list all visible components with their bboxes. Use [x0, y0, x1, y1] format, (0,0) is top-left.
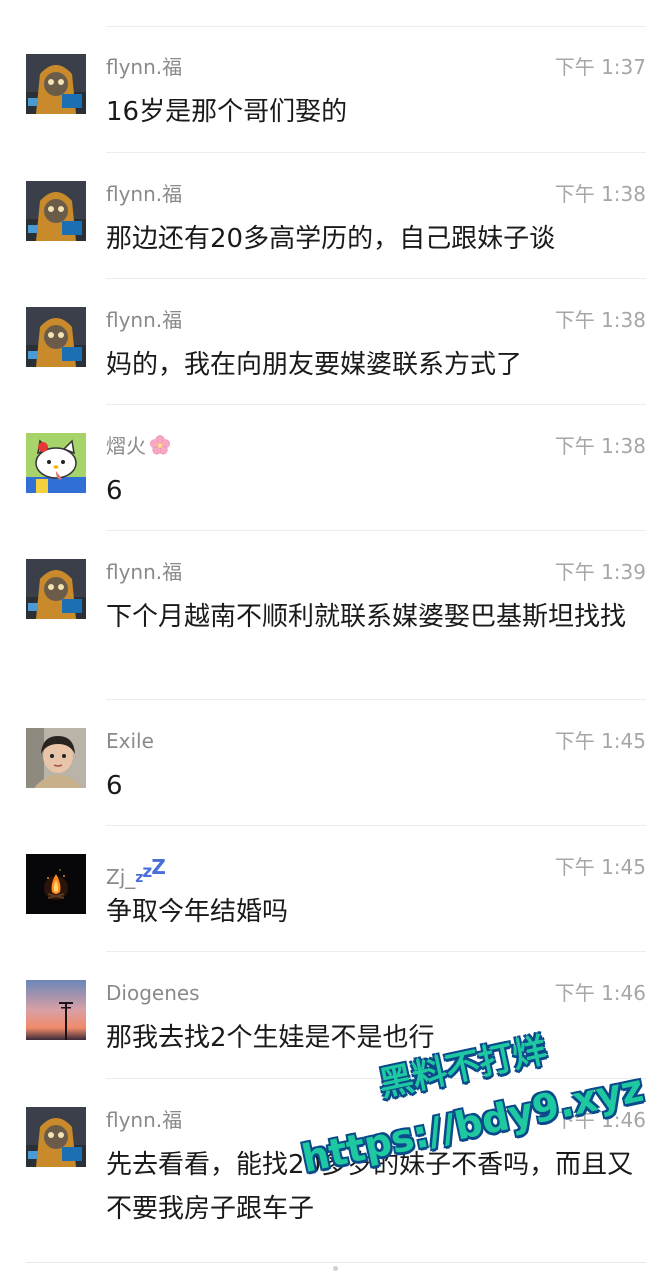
hooded-cat-avatar[interactable]	[26, 1107, 86, 1167]
sender-name[interactable]: 熠火	[106, 433, 172, 459]
message-text: 争取今年结婚吗	[106, 897, 289, 927]
cherry-blossom-icon	[150, 435, 170, 455]
message-time: 下午 1:45	[554, 729, 646, 753]
hello-kitty-avatar[interactable]	[26, 433, 86, 493]
message-item[interactable]: Exile 下午 1:45 6	[0, 700, 672, 826]
sender-name[interactable]: flynn.福	[106, 1107, 182, 1133]
message-text: 6	[106, 771, 123, 801]
hooded-cat-avatar[interactable]	[26, 181, 86, 241]
sender-name[interactable]: Zj_zzZ	[106, 854, 166, 891]
bonfire-avatar[interactable]	[26, 854, 86, 914]
message-time: 下午 1:45	[554, 855, 646, 879]
message-time: 下午 1:38	[554, 308, 646, 332]
sender-name[interactable]: flynn.福	[106, 307, 182, 333]
message-item[interactable]: flynn.福 下午 1:46 先去看看，能找20多岁的妹子不香吗，而且又不要我…	[0, 1079, 672, 1249]
message-time: 下午 1:46	[554, 1108, 646, 1132]
hooded-cat-avatar[interactable]	[26, 559, 86, 619]
message-text: 那边还有20多高学历的，自己跟妹子谈	[106, 224, 556, 254]
message-text: 下个月越南不顺利就联系媒婆娶巴基斯坦找找	[106, 602, 627, 632]
message-text: 6	[106, 476, 123, 506]
message-text: 那我去找2个生娃是不是也行	[106, 1023, 435, 1053]
child-photo-avatar[interactable]	[26, 728, 86, 788]
message-text: 16岁是那个哥们娶的	[106, 97, 348, 127]
sunset-pole-avatar[interactable]	[26, 980, 86, 1040]
sender-name[interactable]: Exile	[106, 728, 154, 754]
bottom-divider	[26, 1262, 646, 1263]
message-item[interactable]: flynn.福 下午 1:37 16岁是那个哥们娶的	[0, 26, 672, 153]
sender-name-text: Zj_	[106, 865, 136, 889]
message-item[interactable]: flynn.福 下午 1:39 下个月越南不顺利就联系媒婆娶巴基斯坦找找	[0, 531, 672, 700]
message-time: 下午 1:39	[554, 560, 646, 584]
message-text: 妈的，我在向朋友要媒婆联系方式了	[106, 350, 523, 380]
hooded-cat-avatar[interactable]	[26, 307, 86, 367]
message-text: 先去看看，能找20多岁的妹子不香吗，而且又不要我房子跟车子	[106, 1150, 634, 1224]
message-time: 下午 1:38	[554, 434, 646, 458]
loading-dot	[333, 1266, 338, 1271]
sender-name[interactable]: flynn.福	[106, 559, 182, 585]
message-time: 下午 1:46	[554, 981, 646, 1005]
message-item[interactable]: Diogenes 下午 1:46 那我去找2个生娃是不是也行	[0, 952, 672, 1079]
sleeping-zzz-icon: zzZ	[135, 855, 166, 886]
sender-name[interactable]: Diogenes	[106, 980, 200, 1006]
message-item[interactable]: Zj_zzZ 下午 1:45 争取今年结婚吗	[0, 826, 672, 952]
message-item[interactable]: 熠火 下午 1:38 6	[0, 405, 672, 531]
sender-name[interactable]: flynn.福	[106, 181, 182, 207]
message-item[interactable]: flynn.福 下午 1:38 妈的，我在向朋友要媒婆联系方式了	[0, 279, 672, 405]
hooded-cat-avatar[interactable]	[26, 54, 86, 114]
message-time: 下午 1:37	[554, 55, 646, 79]
sender-name-text: 熠火	[106, 434, 146, 458]
message-time: 下午 1:38	[554, 182, 646, 206]
sender-name[interactable]: flynn.福	[106, 54, 182, 80]
message-item[interactable]: flynn.福 下午 1:38 那边还有20多高学历的，自己跟妹子谈	[0, 153, 672, 279]
